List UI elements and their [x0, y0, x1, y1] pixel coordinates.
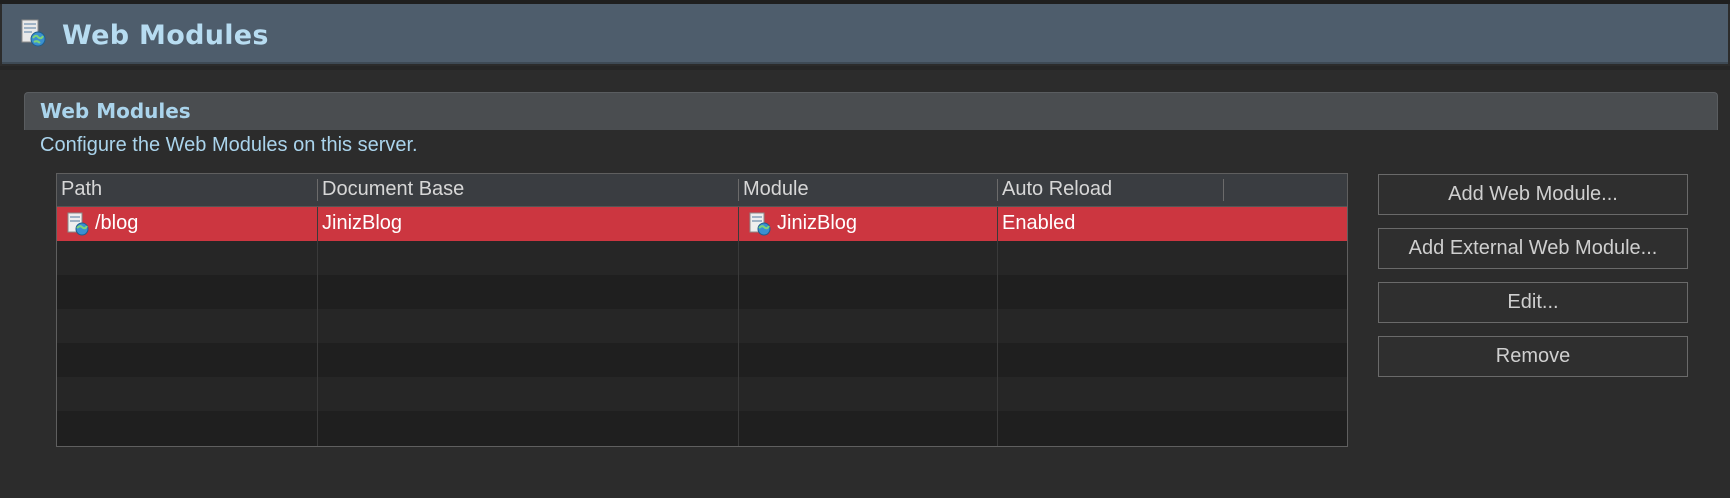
- section-header[interactable]: Web Modules: [24, 92, 1718, 130]
- web-module-icon: [67, 212, 89, 236]
- column-divider: [738, 207, 739, 446]
- column-separator[interactable]: [738, 179, 739, 201]
- table-row-empty[interactable]: [57, 343, 1347, 377]
- table-row-empty[interactable]: [57, 275, 1347, 309]
- column-header-auto-reload[interactable]: Auto Reload: [1002, 178, 1112, 201]
- section-title: Web Modules: [40, 99, 191, 123]
- column-divider: [317, 207, 318, 446]
- column-header-module[interactable]: Module: [743, 178, 809, 201]
- column-header-document-base[interactable]: Document Base: [322, 178, 464, 201]
- table-row-empty[interactable]: [57, 377, 1347, 411]
- add-external-web-module-button[interactable]: Add External Web Module...: [1378, 228, 1688, 269]
- column-header-path[interactable]: Path: [61, 178, 102, 201]
- cell-auto-reload: Enabled: [1002, 212, 1076, 234]
- web-module-icon: [749, 212, 771, 236]
- table-row-empty[interactable]: [57, 241, 1347, 275]
- column-separator[interactable]: [1223, 179, 1224, 201]
- page-header: Web Modules: [2, 4, 1728, 64]
- web-modules-table[interactable]: Path Document Base Module Auto Reload /b…: [56, 173, 1348, 447]
- edit-button[interactable]: Edit...: [1378, 282, 1688, 323]
- web-module-icon: [21, 19, 46, 47]
- web-modules-editor-page: Web Modules Web Modules Configure the We…: [0, 0, 1730, 498]
- column-separator[interactable]: [997, 179, 998, 201]
- header-divider: [0, 66, 1730, 70]
- add-web-module-button[interactable]: Add Web Module...: [1378, 174, 1688, 215]
- table-row-empty[interactable]: [57, 309, 1347, 343]
- page-title: Web Modules: [62, 20, 269, 51]
- cell-module: JinizBlog: [777, 212, 858, 234]
- cell-path: /blog: [95, 212, 139, 234]
- column-separator[interactable]: [317, 179, 318, 201]
- column-divider: [997, 207, 998, 446]
- table-header: Path Document Base Module Auto Reload: [57, 174, 1347, 207]
- section-description: Configure the Web Modules on this server…: [40, 134, 418, 156]
- table-row-empty[interactable]: [57, 411, 1347, 445]
- remove-button[interactable]: Remove: [1378, 336, 1688, 377]
- cell-document-base: JinizBlog: [322, 212, 403, 234]
- table-row[interactable]: /blog JinizBlog JinizBlog Enabled: [57, 207, 1347, 241]
